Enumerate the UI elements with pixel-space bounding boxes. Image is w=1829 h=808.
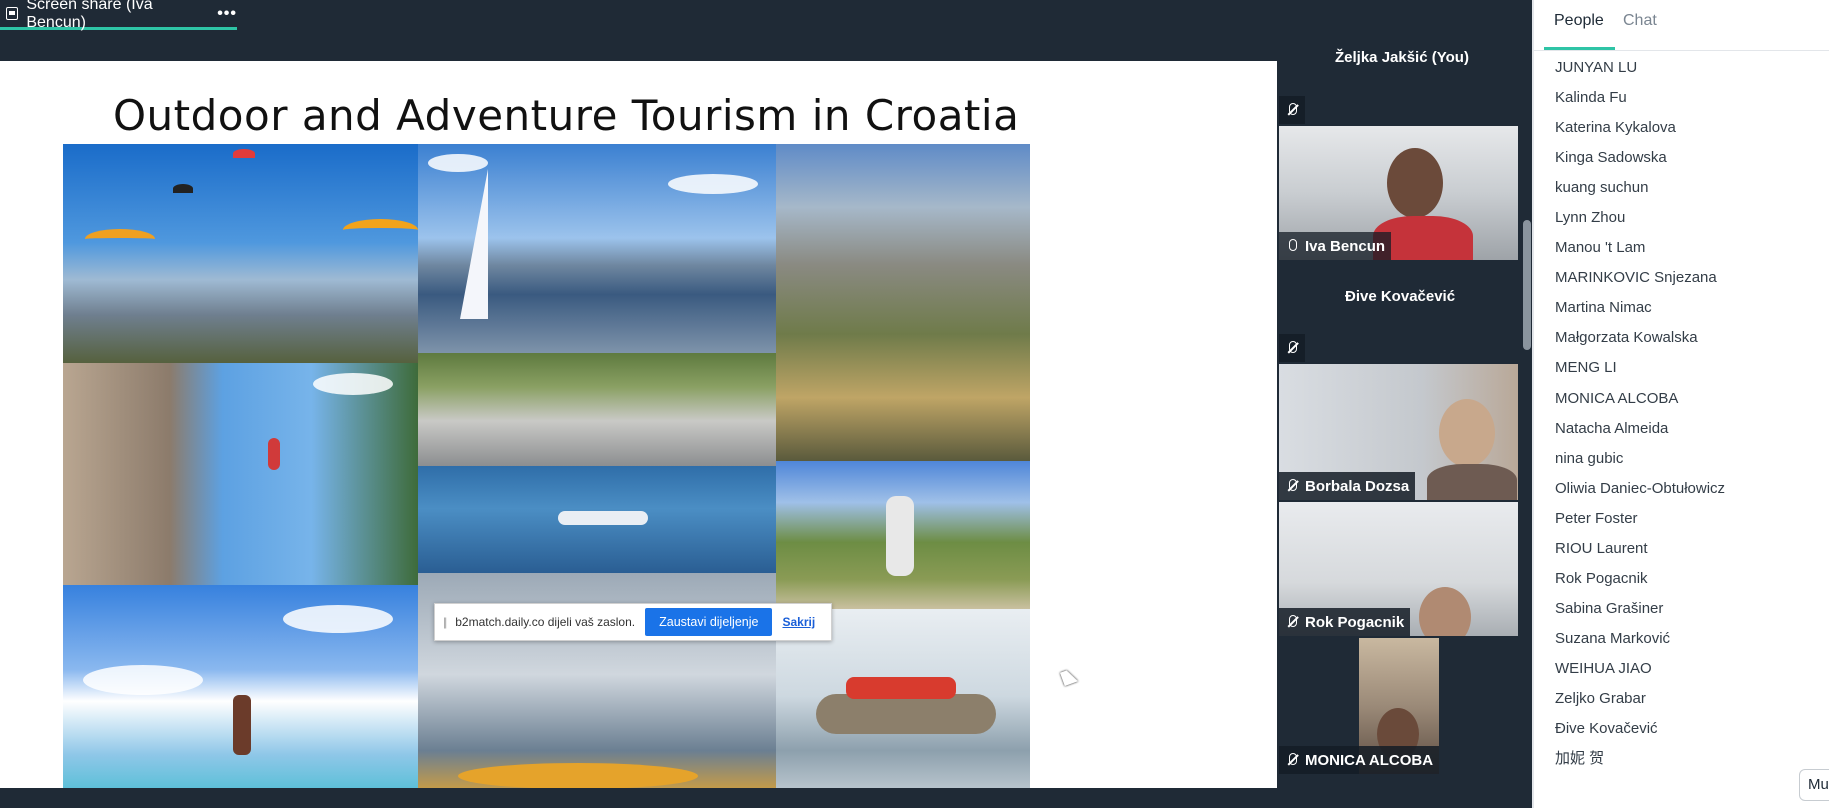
participant-name: Borbala Dozsa — [1305, 477, 1410, 495]
paraglider-wing — [343, 219, 418, 241]
kitesurfer — [233, 695, 251, 755]
participant-head — [1387, 148, 1443, 218]
list-item[interactable]: Rok Pogacnik — [1555, 569, 1825, 599]
list-item[interactable]: 加妮 贺 — [1555, 749, 1825, 779]
tab-chat[interactable]: Chat — [1623, 12, 1657, 30]
photo-kitesurfing — [63, 585, 418, 788]
mic-off-icon — [1285, 102, 1299, 118]
tab-people[interactable]: People — [1554, 12, 1604, 30]
participant-tile[interactable]: Borbala Dozsa — [1279, 364, 1518, 500]
participant-name: Željka Jakšić (You) — [1335, 49, 1469, 66]
photo-mountain-biking — [776, 461, 1030, 609]
participant-name: MONICA ALCOBA — [1305, 751, 1434, 769]
list-item[interactable]: Zeljko Grabar — [1555, 689, 1825, 719]
list-item[interactable]: Małgorzata Kowalska — [1555, 328, 1825, 358]
drag-handle-icon[interactable]: || — [443, 615, 447, 629]
mute-button[interactable]: Mu — [1799, 769, 1829, 801]
participant-name: Đive Kovačević — [1345, 288, 1456, 305]
paraglider-wing — [233, 149, 255, 158]
list-item[interactable]: Sabina Grašiner — [1555, 599, 1825, 629]
paraglider-wing — [85, 229, 155, 249]
list-item[interactable]: MARINKOVIC Snjezana — [1555, 268, 1825, 298]
sail — [460, 169, 488, 319]
scrollbar-thumb[interactable] — [1523, 220, 1531, 350]
video-call-app: Screen share (Iva Bencun) ••• Outdoor an… — [0, 0, 1829, 808]
photo-stone-path — [776, 144, 1030, 461]
list-item[interactable]: MENG LI — [1555, 358, 1825, 388]
photo-promenade — [418, 353, 776, 466]
mic-off-icon — [1285, 340, 1299, 356]
presentation-slide: Outdoor and Adventure Tourism in Croatia — [0, 61, 1277, 788]
list-item[interactable]: JUNYAN LU — [1555, 58, 1825, 88]
share-notice-message: b2match.daily.co dijeli vaš zaslon. — [455, 615, 636, 629]
list-item[interactable]: WEIHUA JIAO — [1555, 659, 1825, 689]
participant-name: Iva Bencun — [1305, 237, 1386, 255]
photo-swimming — [418, 466, 776, 573]
people-list: JUNYAN LU Kalinda Fu Katerina Kykalova K… — [1555, 58, 1825, 779]
mic-status — [1279, 334, 1305, 362]
cloud — [83, 665, 203, 695]
mic-status: Rok Pogacnik — [1279, 608, 1411, 636]
photo-paragliding — [63, 144, 418, 363]
mic-off-icon — [1285, 614, 1299, 630]
mic-status — [1279, 96, 1305, 124]
cloud — [668, 174, 758, 194]
rafters — [846, 677, 956, 699]
kayak — [458, 763, 698, 788]
mic-status: Iva Bencun — [1279, 232, 1392, 260]
mic-on-icon — [1285, 238, 1299, 254]
list-item[interactable]: Katerina Kykalova — [1555, 118, 1825, 148]
participant-head — [1419, 587, 1471, 636]
screen-share-tab-label: Screen share (Iva Bencun) — [26, 0, 153, 31]
list-item[interactable]: Oliwia Daniec-Obtułowicz — [1555, 479, 1825, 509]
panel-tabs: People Chat — [1534, 0, 1829, 51]
photo-rock-climbing — [63, 363, 418, 585]
mic-off-icon — [1285, 752, 1299, 768]
participant-name: Rok Pogacnik — [1305, 613, 1405, 631]
active-tab-indicator — [1544, 47, 1615, 50]
slide-title: Outdoor and Adventure Tourism in Croatia — [113, 91, 1020, 140]
list-item[interactable]: Manou 't Lam — [1555, 238, 1825, 268]
participant-tile[interactable]: Đive Kovačević — [1279, 262, 1518, 362]
photo-sailing — [418, 144, 776, 353]
stop-sharing-button[interactable]: Zaustavi dijeljenje — [645, 608, 773, 636]
cyclist — [886, 496, 914, 576]
screen-share-tab[interactable]: Screen share (Iva Bencun) ••• — [0, 0, 237, 31]
participant-tile[interactable]: Rok Pogacnik — [1279, 502, 1518, 636]
more-options-icon[interactable]: ••• — [217, 5, 237, 23]
list-item[interactable]: Martina Nimac — [1555, 298, 1825, 328]
list-item[interactable]: kuang suchun — [1555, 178, 1825, 208]
participant-tile[interactable]: MONICA ALCOBA — [1279, 638, 1518, 774]
participant-tiles: Željka Jakšić (You) Iva Bencun Đive Kova… — [1277, 0, 1520, 808]
hide-notice-link[interactable]: Sakrij — [782, 615, 815, 629]
list-item[interactable]: MONICA ALCOBA — [1555, 389, 1825, 419]
raft — [816, 694, 996, 734]
people-panel: People Chat JUNYAN LU Kalinda Fu Katerin… — [1534, 0, 1829, 808]
list-item[interactable]: Kinga Sadowska — [1555, 148, 1825, 178]
swimmer — [558, 511, 648, 525]
mic-status: Borbala Dozsa — [1279, 472, 1416, 500]
list-item[interactable]: Đive Kovačević — [1555, 719, 1825, 749]
screen-share-icon — [6, 7, 19, 20]
participant-head — [1439, 399, 1495, 467]
list-item[interactable]: Suzana Marković — [1555, 629, 1825, 659]
screen-share-area: Screen share (Iva Bencun) ••• Outdoor an… — [0, 0, 1277, 808]
paraglider-wing — [173, 184, 193, 193]
list-item[interactable]: nina gubic — [1555, 449, 1825, 479]
participant-tile[interactable]: Željka Jakšić (You) — [1279, 0, 1518, 124]
screen-share-notice: || b2match.daily.co dijeli vaš zaslon. Z… — [434, 603, 832, 641]
list-item[interactable]: Kalinda Fu — [1555, 88, 1825, 118]
cloud — [313, 373, 393, 395]
list-item[interactable]: Peter Foster — [1555, 509, 1825, 539]
list-item[interactable]: Lynn Zhou — [1555, 208, 1825, 238]
participant-body — [1427, 464, 1517, 500]
list-item[interactable]: RIOU Laurent — [1555, 539, 1825, 569]
list-item[interactable]: Natacha Almeida — [1555, 419, 1825, 449]
mic-status: MONICA ALCOBA — [1279, 746, 1440, 774]
participant-tile[interactable]: Iva Bencun — [1279, 126, 1518, 260]
mic-off-icon — [1285, 478, 1299, 494]
climber — [268, 438, 280, 470]
cloud — [283, 605, 393, 633]
